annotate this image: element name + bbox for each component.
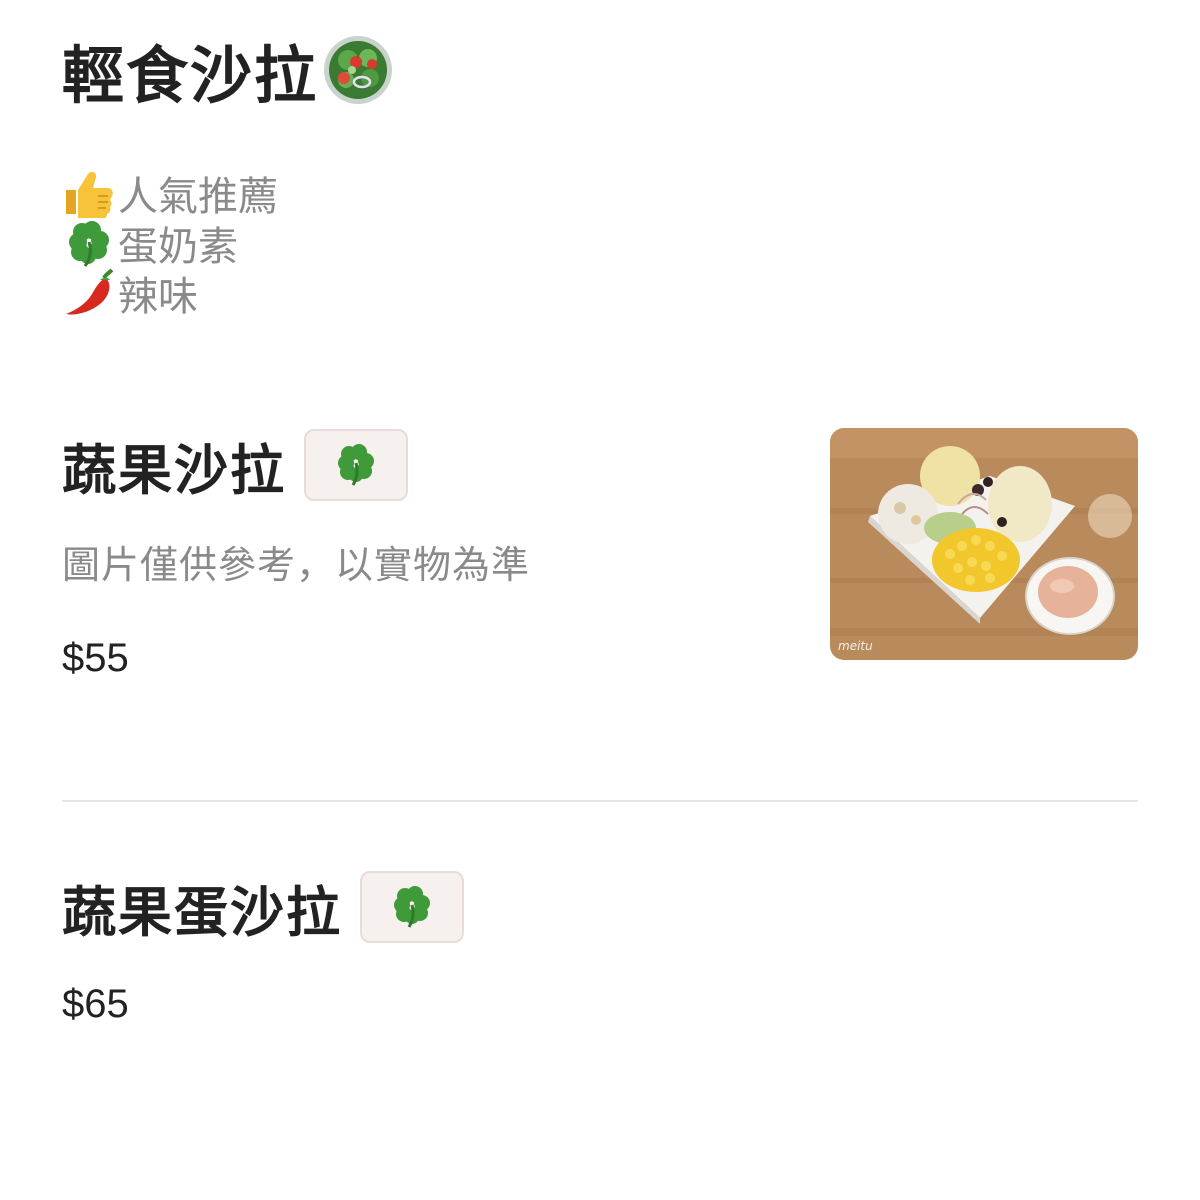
menu-page: 輕食沙拉 人氣推薦 蛋奶素 辣味 蔬果沙拉 圖片僅供參考，以實物為準 $55 m… [0,0,1200,1200]
legend-item-spicy: 辣味 [62,268,278,320]
four-leaf-clover-icon [338,444,374,486]
item-name: 蔬果沙拉 [62,438,286,502]
legend: 人氣推薦 蛋奶素 辣味 [62,168,278,320]
item-price: $55 [62,636,129,680]
menu-item[interactable]: 蔬果沙拉 圖片僅供參考，以實物為準 $55 meitu [62,428,1138,718]
legend-item-popular: 人氣推薦 [62,168,278,220]
photo-watermark: meitu [838,639,873,653]
vegetarian-badge [360,871,464,943]
item-divider [62,800,1138,802]
chili-pepper-icon [62,268,118,318]
item-photo[interactable]: meitu [830,428,1138,660]
four-leaf-clover-icon [62,218,118,268]
item-name: 蔬果蛋沙拉 [62,880,342,944]
legend-item-vegetarian: 蛋奶素 [62,218,278,270]
four-leaf-clover-icon [394,886,430,928]
thumbs-up-icon [62,168,118,220]
item-name-row: 蔬果蛋沙拉 [62,870,1138,944]
menu-item[interactable]: 蔬果蛋沙拉 $65 [62,870,1138,1070]
vegetarian-badge [304,429,408,501]
item-price: $65 [62,982,129,1026]
category-header: 輕食沙拉 [62,28,394,112]
legend-label: 辣味 [118,274,198,320]
category-title: 輕食沙拉 [62,39,319,112]
salad-bowl-icon [322,34,394,106]
